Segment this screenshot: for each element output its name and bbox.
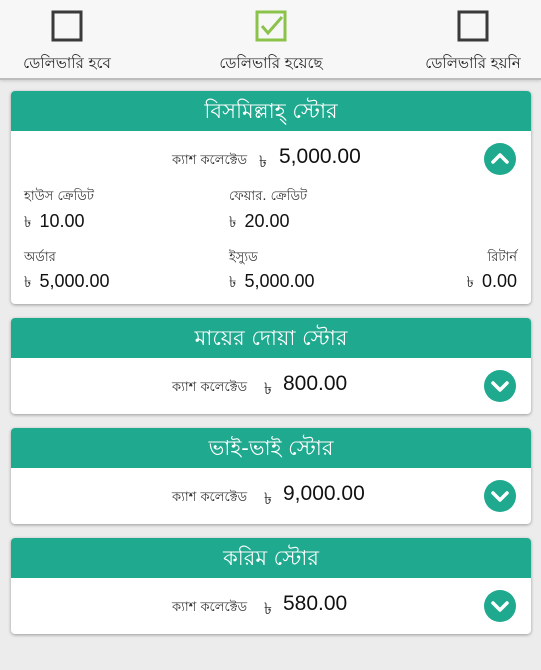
cash-collected-row: ক্যাশ কলেক্টেড ৳ 9,000.00 <box>11 476 531 516</box>
cash-collected-label: ক্যাশ কলেক্টেড <box>172 380 248 395</box>
store-card[interactable]: বিসমিল্লাহ্ স্টোর ক্যাশ কলেক্টেড ৳ 5,000… <box>11 91 531 304</box>
store-name: মায়ের দোয়া স্টোর <box>11 318 531 358</box>
cash-collected-value: 9,000.00 <box>283 482 365 505</box>
cash-collected-label: ক্যাশ কলেক্টেড <box>172 600 248 615</box>
cash-collected-value: 580.00 <box>283 592 348 615</box>
fair-credit-value: ৳ 20.00 <box>229 211 290 236</box>
currency-symbol: ৳ <box>229 273 237 291</box>
checkbox-unchecked-icon[interactable] <box>51 10 83 42</box>
delivery-status-tabs: ডেলিভারি হবে ডেলিভারি হয়েছে ডেলিভারি হয… <box>0 0 541 80</box>
house-credit-amount: 10.00 <box>39 211 85 231</box>
tab-not-delivered[interactable]: ডেলিভারি হয়নি <box>383 0 541 80</box>
tab-label: ডেলিভারি হবে <box>23 54 111 72</box>
issued-value: ৳ 5,000.00 <box>229 271 315 296</box>
expand-button[interactable] <box>484 480 516 512</box>
currency-symbol: ৳ <box>24 213 32 231</box>
store-name: করিম স্টোর <box>11 538 531 578</box>
fair-credit-amount: 20.00 <box>244 211 290 231</box>
return-value: ৳ 0.00 <box>466 271 517 296</box>
order-label: অর্ডার <box>24 250 56 265</box>
house-credit-label: হাউস ক্রেডিট <box>24 189 94 204</box>
store-card[interactable]: মায়ের দোয়া স্টোর ক্যাশ কলেক্টেড ৳ 800.… <box>11 318 531 414</box>
cash-collected-label: ক্যাশ কলেক্টেড <box>172 490 248 505</box>
currency-symbol: ৳ <box>466 273 474 291</box>
expand-button[interactable] <box>484 370 516 402</box>
currency-symbol: ৳ <box>264 489 272 508</box>
currency-symbol: ৳ <box>24 273 32 291</box>
cash-collected-row: ক্যাশ কলেক্টেড ৳ 580.00 <box>11 586 531 626</box>
checkbox-unchecked-icon[interactable] <box>457 10 489 42</box>
currency-symbol: ৳ <box>264 379 272 398</box>
store-name: ভাই-ভাই স্টোর <box>11 428 531 468</box>
cash-collected-row: ক্যাশ কলেক্টেড ৳ 800.00 <box>11 366 531 406</box>
cash-collected-value: 5,000.00 <box>279 145 361 168</box>
currency-symbol: ৳ <box>259 152 267 171</box>
checkbox-checked-icon[interactable] <box>255 10 287 42</box>
currency-symbol: ৳ <box>229 213 237 231</box>
issued-amount: 5,000.00 <box>244 271 315 291</box>
chevron-up-icon <box>491 153 509 164</box>
collapse-button[interactable] <box>484 143 516 175</box>
chevron-down-icon <box>491 601 509 612</box>
store-card[interactable]: ভাই-ভাই স্টোর ক্যাশ কলেক্টেড ৳ 9,000.00 <box>11 428 531 524</box>
tab-delivered[interactable]: ডেলিভারি হয়েছে <box>181 0 361 80</box>
fair-credit-label: ফেয়ার. ক্রেডিট <box>229 189 308 204</box>
store-card[interactable]: করিম স্টোর ক্যাশ কলেক্টেড ৳ 580.00 <box>11 538 531 634</box>
order-amount: 5,000.00 <box>39 271 110 291</box>
tab-label: ডেলিভারি হয়নি <box>425 54 521 72</box>
tab-label: ডেলিভারি হয়েছে <box>219 54 323 72</box>
cash-collected-label: ক্যাশ কলেক্টেড <box>172 153 248 168</box>
cash-collected-value: 800.00 <box>283 372 348 395</box>
chevron-down-icon <box>491 381 509 392</box>
house-credit-value: ৳ 10.00 <box>24 211 85 236</box>
currency-symbol: ৳ <box>264 599 272 618</box>
order-value: ৳ 5,000.00 <box>24 271 110 296</box>
issued-label: ইস্যুড <box>229 250 258 265</box>
return-label: রিটার্ন <box>487 250 517 265</box>
cash-collected-row: ক্যাশ কলেক্টেড ৳ 5,000.00 <box>11 139 531 179</box>
tab-to-be-delivered[interactable]: ডেলিভারি হবে <box>0 0 157 80</box>
return-amount: 0.00 <box>481 271 517 291</box>
store-name: বিসমিল্লাহ্ স্টোর <box>11 91 531 131</box>
expand-button[interactable] <box>484 590 516 622</box>
chevron-down-icon <box>491 491 509 502</box>
